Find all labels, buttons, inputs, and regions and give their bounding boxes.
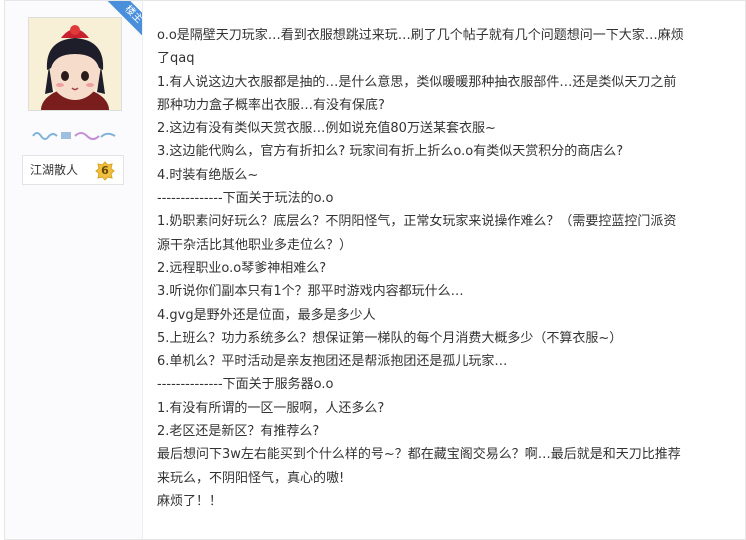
level-badge-icon: 6	[95, 161, 115, 181]
forum-post: 楼主 江湖散人 6 o.o是隔壁天刀玩家…看到衣服想跳过来玩…刷了几个帖子就有几…	[4, 0, 746, 540]
content-line: 3.听说你们副本只有1个？那平时游戏内容都玩什么…	[157, 284, 464, 300]
content-line: 源干杂活比其他职业多走位么？）	[157, 237, 353, 253]
content-line: 1.有没有所谓的一区一服啊，人还多么?	[157, 400, 385, 416]
content-line: 5.上班么？功力系统多么？想保证第一梯队的每个月消费大概多少（不算衣服~）	[157, 330, 623, 346]
avatar[interactable]	[28, 17, 122, 111]
section-divider: --------------下面关于玩法的o.o	[157, 191, 334, 207]
content-line: 1.奶职素问好玩么？底层么？不阴阳怪气，正常女玩家来说操作难么？（需要控蓝控门派…	[157, 214, 677, 230]
section-divider: --------------下面关于服务器o.o	[157, 377, 334, 393]
level-number: 6	[101, 164, 109, 177]
content-line: 6.单机么？平时活动是亲友抱团还是帮派抱团还是孤儿玩家…	[157, 354, 508, 370]
content-line: o.o是隔壁天刀玩家…看到衣服想跳过来玩…刷了几个帖子就有几个问题想问一下大家……	[157, 28, 684, 43]
content-line: 了qaq	[157, 51, 195, 67]
content-line: 麻烦了！！	[157, 493, 223, 509]
content-line: 来玩么，不阴阳怪气，真心的嗷!	[157, 470, 345, 486]
content-line: 4.gvg是野外还是位面，最多是多少人	[157, 307, 376, 323]
content-line: 那种功力盒子概率出衣服…有没有保底?	[157, 97, 385, 113]
user-rank: 江湖散人 6	[22, 155, 124, 185]
content-line: 4.时装有绝版么~	[157, 167, 259, 183]
content-line: 最后想问下3w左右能买到个什么样的号~？都在藏宝阁交易么？啊…最后就是和天刀比推…	[157, 447, 681, 463]
author-panel: 楼主 江湖散人 6	[5, 1, 143, 539]
username-image[interactable]	[31, 127, 117, 141]
content-line: 3.这边能代购么，官方有折扣么? 玩家间有折上折么o.o有类似天赏积分的商店么?	[157, 144, 624, 160]
avatar-image	[29, 18, 121, 110]
content-line: 2.老区还是新区？有推荐么?	[157, 424, 320, 440]
content-line: 2.远程职业o.o琴爹神相难么?	[157, 260, 327, 276]
content-line: 1.有人说这边大衣服都是抽的…是什么意思，类似暖暖那种抽衣服部件…还是类似天刀之…	[157, 74, 677, 90]
content-line: 2.这边有没有类似天赏衣服…例如说充值80万送某套衣服~	[157, 121, 496, 137]
post-content: o.o是隔壁天刀玩家…看到衣服想跳过来玩…刷了几个帖子就有几个问题想问一下大家……	[157, 24, 727, 513]
rank-title: 江湖散人	[30, 163, 79, 177]
